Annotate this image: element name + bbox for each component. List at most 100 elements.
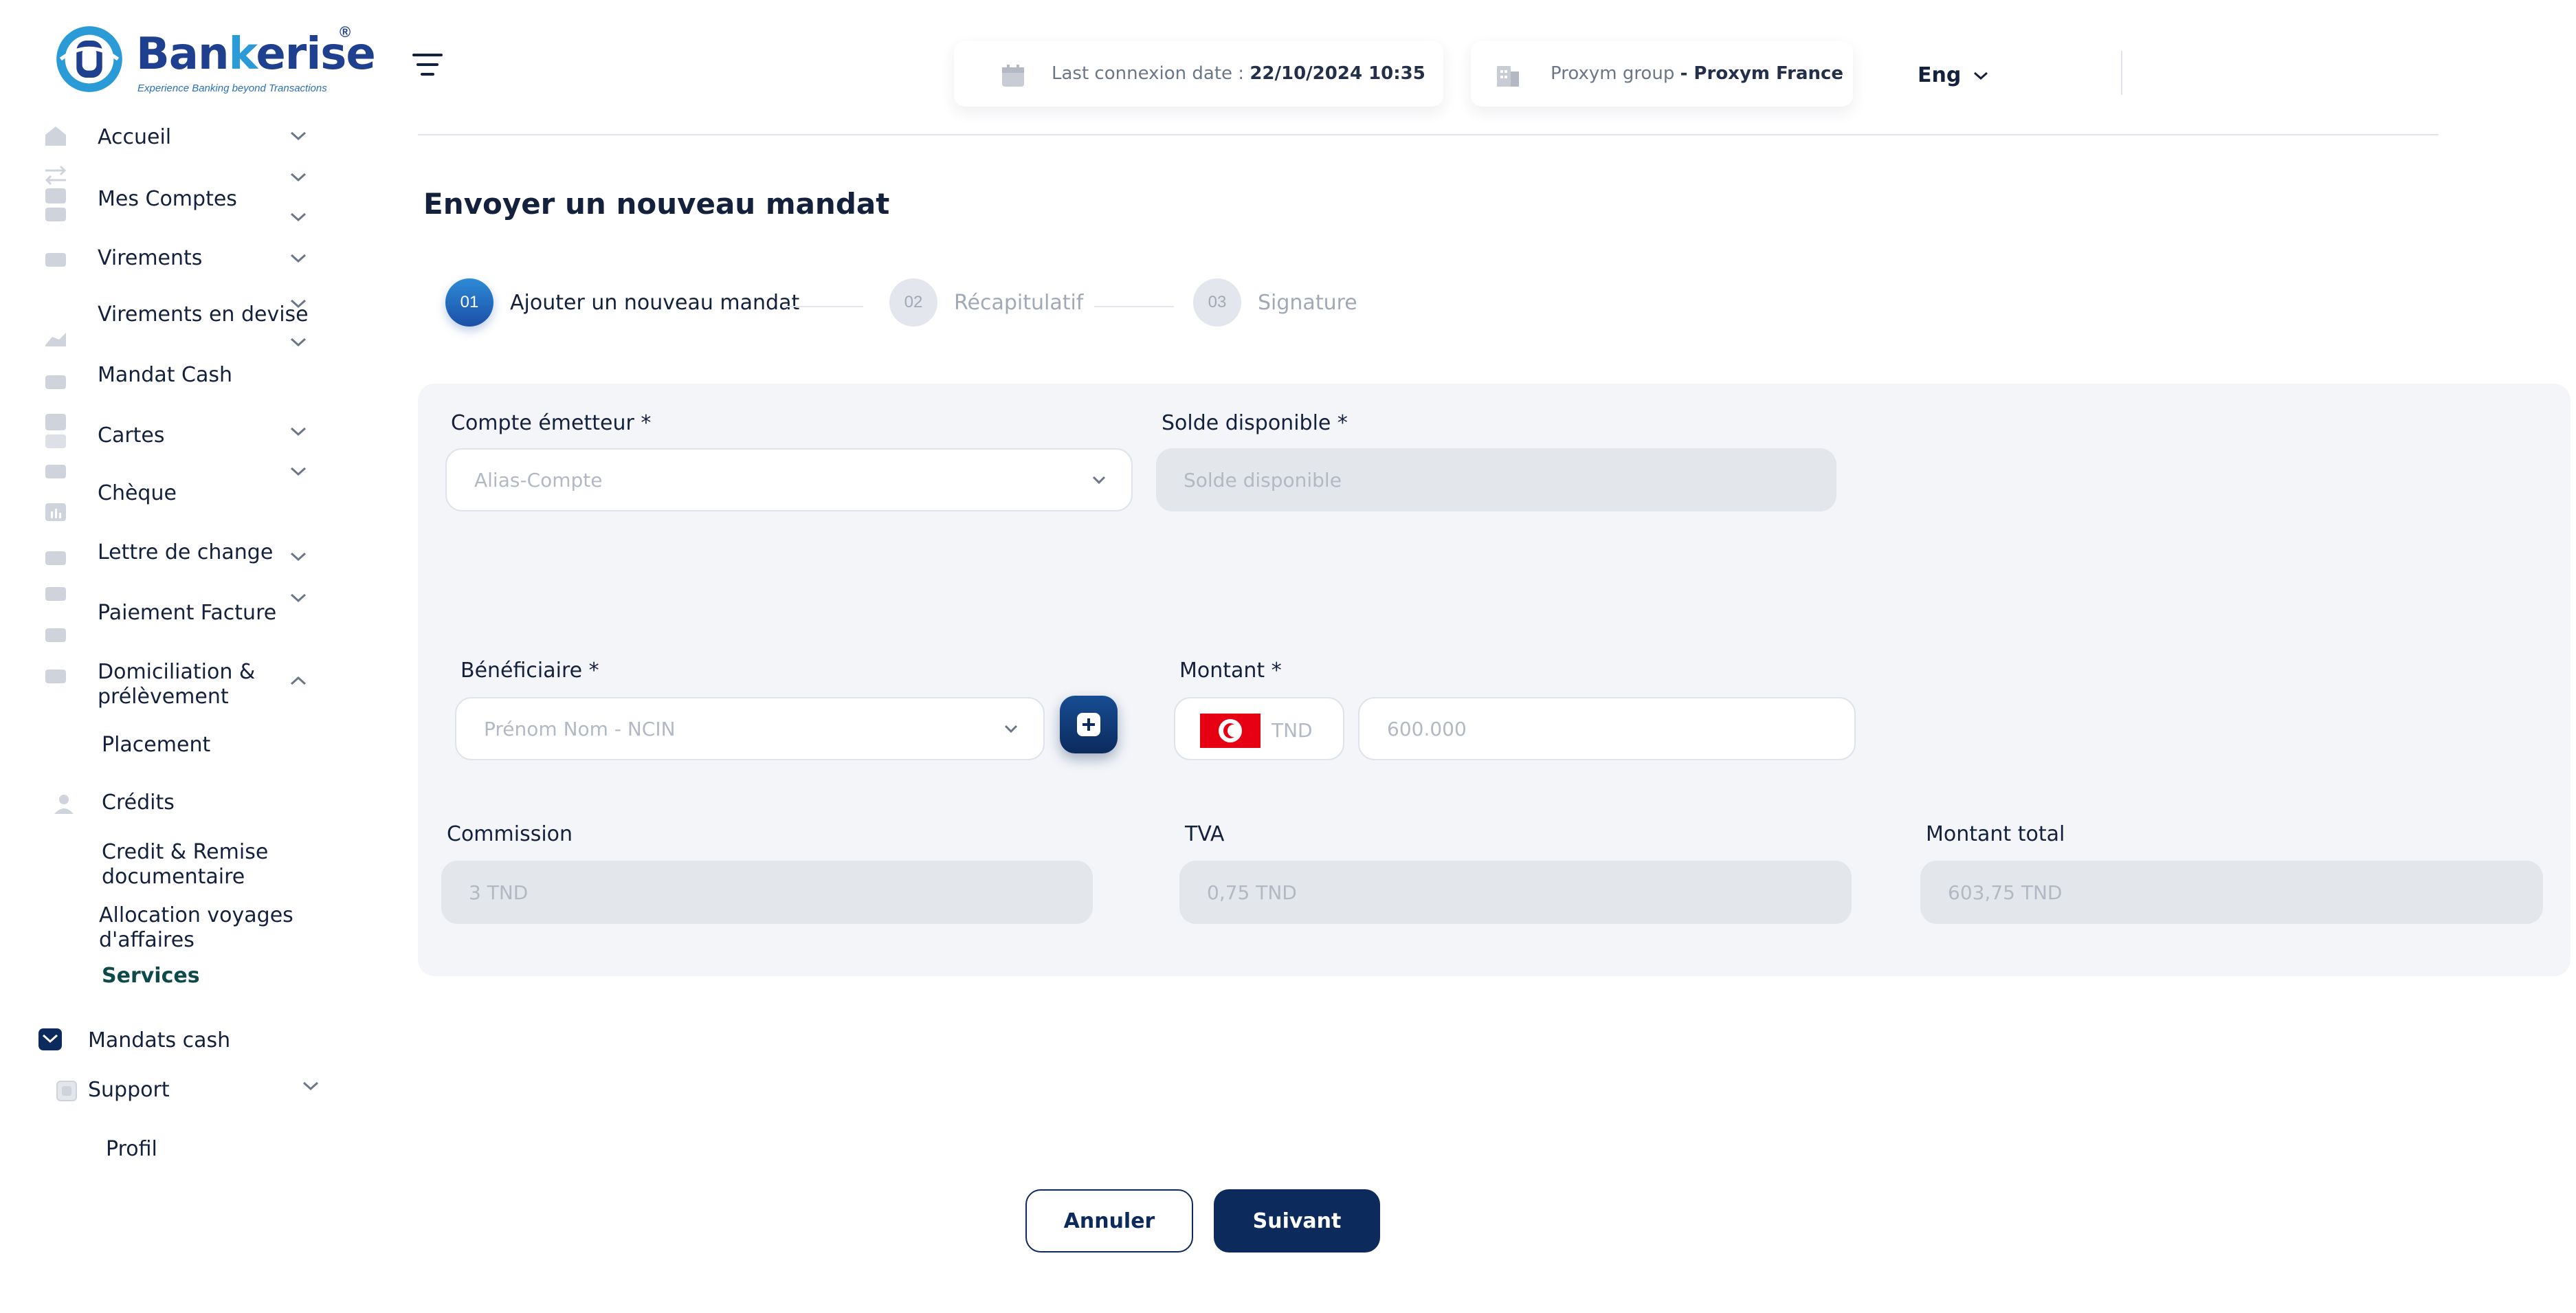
logo-tagline: Experience Banking beyond Transactions <box>137 82 327 94</box>
company-card[interactable]: Proxym group - Proxym France <box>1471 41 1853 107</box>
chevron-down-icon[interactable] <box>289 591 308 605</box>
sidebar-item-accueil[interactable]: Accueil <box>0 124 357 158</box>
bankerise-logo-icon <box>54 23 125 95</box>
sidebar-item-label-line1: Allocation voyages <box>99 903 293 927</box>
calendar-icon <box>999 62 1027 89</box>
chevron-down-icon[interactable] <box>289 425 308 439</box>
sidebar-item-paiement-facture[interactable]: Paiement Facture <box>0 582 357 643</box>
sidebar-item-label-line2: documentaire <box>102 865 245 889</box>
sidebar-item-virements-devise[interactable]: Virements en devise <box>0 297 357 352</box>
envelope-icon <box>37 1027 63 1052</box>
sidebar-item-label: Profil <box>106 1137 157 1161</box>
transfer-arrows-icon <box>43 164 69 187</box>
sidebar-item-cheque[interactable]: Chèque <box>0 459 357 521</box>
building-icon <box>1494 62 1522 89</box>
company-text: Proxym group - Proxym France <box>1551 63 1844 84</box>
language-selector[interactable]: Eng <box>1918 63 1961 87</box>
step-label: Ajouter un nouveau mandat <box>510 291 800 315</box>
commission-value: 3 TND <box>469 881 529 904</box>
chart-icon <box>43 500 69 524</box>
sidebar-item-label: Support <box>88 1078 170 1102</box>
currency-selector[interactable]: TND <box>1174 697 1344 760</box>
tva-field: 0,75 TND <box>1179 861 1852 924</box>
chevron-down-icon[interactable] <box>289 129 308 143</box>
montant-label: Montant * <box>1179 659 1282 683</box>
currency-code: TND <box>1272 719 1313 742</box>
sidebar-item-label: Placement <box>102 733 211 757</box>
sidebar-item-label: Lettre de change <box>98 540 274 564</box>
sidebar-item-mandat-cash[interactable]: Mandat Cash <box>0 363 357 397</box>
commission-field: 3 TND <box>441 861 1093 924</box>
beneficiaire-placeholder: Prénom Nom - NCIN <box>484 717 676 740</box>
last-connexion-card: Last connexion date : 22/10/2024 10:35 <box>954 41 1443 107</box>
sidebar-item-virements[interactable]: Virements <box>0 246 357 280</box>
sidebar-item-label-line2: d'affaires <box>99 928 195 952</box>
step-3: 03 Signature <box>1193 278 1372 327</box>
sidebar-item-label: Mes Comptes <box>98 187 237 211</box>
chevron-down-icon[interactable] <box>1973 70 1989 81</box>
montant-input[interactable]: 600.000 <box>1358 697 1856 760</box>
step-number: 01 <box>445 278 493 327</box>
sidebar-item-label: Crédits <box>102 791 175 815</box>
sidebar-item-cartes[interactable]: Cartes <box>0 412 357 454</box>
wallet-icon <box>43 187 69 223</box>
step-1: 01 Ajouter un nouveau mandat <box>445 278 803 327</box>
chevron-down-icon[interactable] <box>289 297 308 311</box>
sidebar-item-lettre-de-change[interactable]: Lettre de change <box>0 540 357 575</box>
compte-emetteur-select[interactable]: Alias-Compte <box>445 448 1133 511</box>
page-title: Envoyer un nouveau mandat <box>423 187 890 221</box>
sidebar-item-label: Virements <box>98 246 203 270</box>
sidebar-subitem-allocation[interactable]: Allocation voyages d'affaires <box>0 903 357 954</box>
registered-mark: ® <box>340 23 351 41</box>
beneficiaire-select[interactable]: Prénom Nom - NCIN <box>455 697 1045 760</box>
sidebar-item-support[interactable]: Support <box>0 1077 357 1111</box>
solde-disponible-label: Solde disponible * <box>1162 411 1348 435</box>
sidebar: Bankerise ® Experience Banking beyond Tr… <box>0 0 376 1313</box>
sidebar-item-label: Paiement Facture <box>98 601 277 625</box>
chevron-down-icon[interactable] <box>289 210 308 224</box>
cancel-button[interactable]: Annuler <box>1025 1189 1193 1253</box>
bankerise-logo[interactable]: Bankerise ® Experience Banking beyond Tr… <box>48 21 376 103</box>
sidebar-item-label: Chèque <box>98 481 177 505</box>
compte-emetteur-placeholder: Alias-Compte <box>474 468 603 492</box>
solde-disponible-field: Solde disponible <box>1156 448 1836 511</box>
tunisia-flag-icon <box>1200 714 1261 748</box>
chevron-down-icon <box>1091 474 1107 485</box>
hand-cash-icon <box>43 370 69 393</box>
sidebar-item-label-line1: Domiciliation & <box>98 660 256 684</box>
sidebar-subitem-credits[interactable]: Crédits <box>0 791 357 825</box>
chevron-down-icon[interactable] <box>289 170 308 184</box>
mail-icon <box>43 664 69 687</box>
tva-label: TVA <box>1185 822 1225 846</box>
chevron-down-icon[interactable] <box>289 335 308 349</box>
chevron-down-icon[interactable] <box>301 1079 320 1093</box>
menu-toggle-icon[interactable] <box>411 51 445 78</box>
card-icon <box>43 412 69 451</box>
home-icon <box>43 124 69 147</box>
sidebar-subitem-placement[interactable]: Placement <box>0 733 357 760</box>
user-icon <box>51 792 77 815</box>
sidebar-item-label-line2: prélèvement <box>98 685 229 709</box>
sidebar-item-label: Mandat Cash <box>98 363 232 387</box>
sidebar-subitem-services[interactable]: Services <box>0 964 357 991</box>
add-beneficiary-button[interactable] <box>1060 696 1118 753</box>
sidebar-subitem-credit-remise[interactable]: Credit & Remise documentaire <box>0 840 357 891</box>
step-connector <box>1094 306 1174 307</box>
exchange-icon <box>43 327 69 351</box>
sidebar-item-mandats-cash[interactable]: Mandats cash <box>0 1027 357 1061</box>
transfer-icon <box>43 247 69 271</box>
sidebar-item-mes-comptes[interactable]: Mes Comptes <box>0 187 357 228</box>
sidebar-item-label: Cartes <box>98 423 165 448</box>
montant-total-value: 603,75 TND <box>1948 881 2063 904</box>
chevron-down-icon[interactable] <box>289 465 308 478</box>
letter-icon <box>43 546 69 569</box>
sidebar-item-profil[interactable]: Profil <box>0 1137 357 1165</box>
step-label: Récapitulatif <box>954 291 1084 315</box>
next-button[interactable]: Suivant <box>1214 1189 1380 1253</box>
chevron-down-icon <box>1003 723 1019 734</box>
montant-total-label: Montant total <box>1926 822 2065 846</box>
chevron-down-icon[interactable] <box>289 550 308 564</box>
sidebar-item-domiciliation[interactable]: Domiciliation & prélèvement <box>0 659 357 714</box>
chevron-down-icon[interactable] <box>289 252 308 265</box>
chevron-up-icon[interactable] <box>289 674 308 687</box>
